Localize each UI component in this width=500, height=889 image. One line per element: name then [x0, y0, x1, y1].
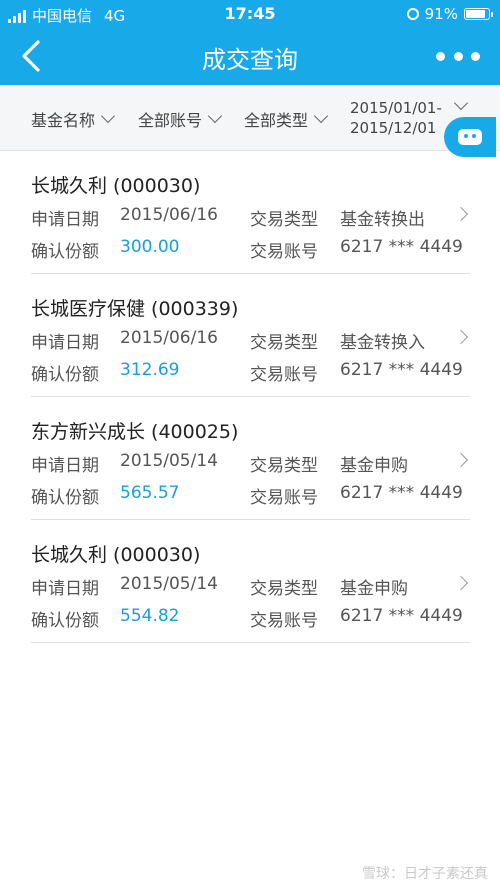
trade-type-label: 交易类型 — [250, 210, 318, 230]
page-title: 成交查询 — [202, 46, 298, 74]
trade-type-value: 基金转换出 — [340, 210, 425, 230]
filter-type[interactable]: 全部类型 — [244, 107, 329, 131]
apply-date-label: 申请日期 — [31, 210, 99, 230]
chevron-right-icon — [453, 329, 469, 345]
fund-name: 东方新兴成长 (400025) — [31, 421, 239, 443]
trade-type-value: 基金申购 — [340, 456, 408, 476]
trade-account-label: 交易账号 — [250, 488, 318, 508]
trade-account-value: 6217 *** 4449 — [340, 237, 463, 257]
chevron-right-icon — [453, 452, 469, 468]
trade-type-label: 交易类型 — [250, 579, 318, 599]
apply-date-value: 2015/05/14 — [120, 451, 218, 471]
confirm-shares-value: 312.69 — [120, 360, 180, 380]
confirm-shares-value: 565.57 — [120, 483, 180, 503]
filter-date-range[interactable]: 2015/01/01- 2015/12/01 — [350, 95, 469, 138]
trade-account-value: 6217 *** 4449 — [340, 483, 463, 503]
trade-account-label: 交易账号 — [250, 242, 318, 262]
chevron-down-icon — [313, 108, 329, 124]
filter-account[interactable]: 全部账号 — [138, 107, 223, 131]
chevron-down-icon — [100, 108, 116, 124]
status-bar: 中国电信 4G 17:45 91% — [0, 0, 500, 28]
chevron-right-icon — [453, 206, 469, 222]
more-icon — [436, 51, 445, 61]
apply-date-value: 2015/06/16 — [120, 205, 218, 225]
confirm-shares-label: 确认份额 — [31, 242, 99, 262]
confirm-shares-label: 确认份额 — [31, 611, 99, 631]
nav-bar: 成交查询 — [0, 28, 500, 85]
alarm-icon — [406, 8, 419, 20]
trade-account-value: 6217 *** 4449 — [340, 606, 463, 626]
filter-fund-name[interactable]: 基金名称 — [31, 107, 116, 131]
filter-bar: 基金名称 全部账号 全部类型 2015/01/01- 2015/12/01 — [0, 85, 500, 151]
header: 中国电信 4G 17:45 91% 成交查询 — [0, 0, 500, 85]
fund-name: 长城久利 (000030) — [31, 544, 201, 566]
trade-account-label: 交易账号 — [250, 365, 318, 385]
chevron-right-icon — [453, 575, 469, 591]
fund-name: 长城久利 (000030) — [31, 175, 201, 197]
trade-type-label: 交易类型 — [250, 333, 318, 353]
confirm-shares-value: 300.00 — [120, 237, 180, 257]
trade-account-label: 交易账号 — [250, 611, 318, 631]
robot-icon — [458, 129, 482, 145]
confirm-shares-label: 确认份额 — [31, 365, 99, 385]
chevron-down-icon — [453, 95, 469, 111]
trade-type-value: 基金转换入 — [340, 333, 425, 353]
chevron-down-icon — [207, 108, 223, 124]
watermark: 雪球：日才子素还真 — [362, 866, 488, 882]
list-item[interactable]: 长城医疗保健 (000339) 申请日期 2015/06/16 交易类型 基金转… — [31, 274, 470, 397]
transaction-list: 长城久利 (000030) 申请日期 2015/06/16 交易类型 基金转换出… — [0, 151, 500, 643]
trade-account-value: 6217 *** 4449 — [340, 360, 463, 380]
trade-type-value: 基金申购 — [340, 579, 408, 599]
list-item[interactable]: 长城久利 (000030) 申请日期 2015/06/16 交易类型 基金转换出… — [31, 151, 470, 274]
fund-name: 长城医疗保健 (000339) — [31, 298, 239, 320]
apply-date-label: 申请日期 — [31, 456, 99, 476]
battery-percent: 91% — [424, 5, 458, 23]
list-item[interactable]: 东方新兴成长 (400025) 申请日期 2015/05/14 交易类型 基金申… — [31, 397, 470, 520]
battery-icon — [464, 8, 493, 20]
trade-type-label: 交易类型 — [250, 456, 318, 476]
confirm-shares-value: 554.82 — [120, 606, 180, 626]
apply-date-value: 2015/05/14 — [120, 574, 218, 594]
apply-date-value: 2015/06/16 — [120, 328, 218, 348]
confirm-shares-label: 确认份额 — [31, 488, 99, 508]
list-item[interactable]: 长城久利 (000030) 申请日期 2015/05/14 交易类型 基金申购 … — [31, 520, 470, 643]
apply-date-label: 申请日期 — [31, 579, 99, 599]
more-button[interactable] — [436, 43, 480, 69]
apply-date-label: 申请日期 — [31, 333, 99, 353]
